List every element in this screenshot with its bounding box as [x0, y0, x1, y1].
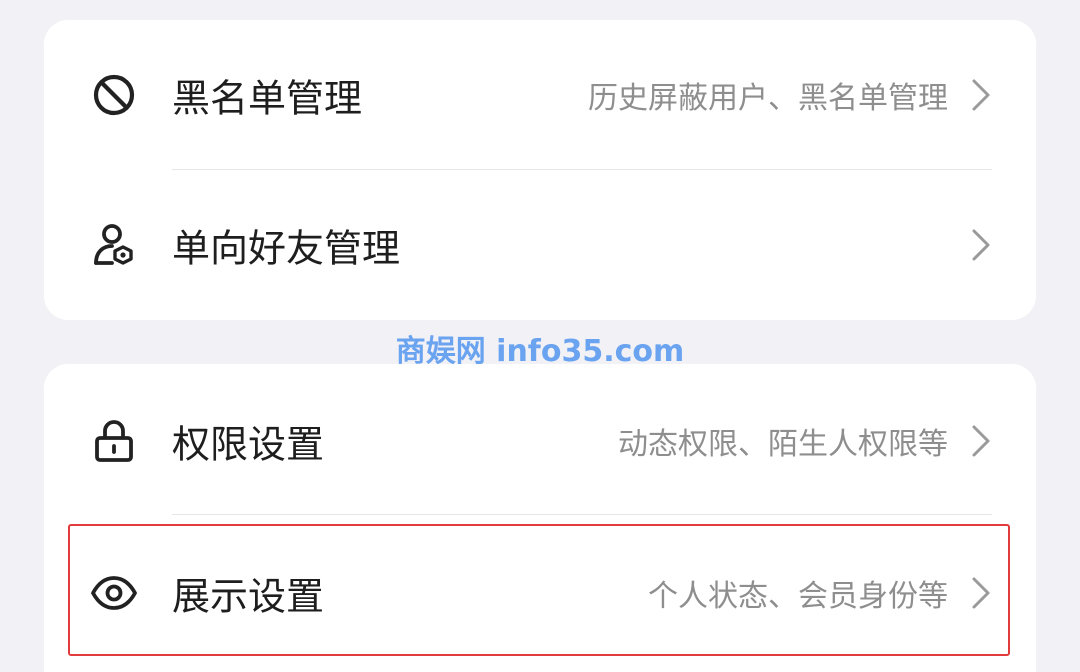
- settings-page: 黑名单管理 历史屏蔽用户、黑名单管理 单向好友管理 商娱网 info35.com…: [0, 0, 1080, 672]
- lock-icon: [90, 417, 138, 465]
- permission-settings-row[interactable]: 权限设置 动态权限、陌生人权限等: [44, 366, 1036, 516]
- row-subtitle: 历史屏蔽用户、黑名单管理: [588, 81, 948, 116]
- chevron-right-icon: [970, 77, 992, 113]
- chevron-right-icon: [970, 423, 992, 459]
- eye-icon: [90, 569, 138, 617]
- row-title: 黑名单管理: [172, 76, 363, 121]
- settings-card-privacy: 权限设置 动态权限、陌生人权限等 展示设置 个人状态、会员身份等: [44, 364, 1036, 672]
- settings-card-blocklist: 黑名单管理 历史屏蔽用户、黑名单管理 单向好友管理: [44, 20, 1036, 320]
- display-settings-row[interactable]: 展示设置 个人状态、会员身份等: [44, 518, 1036, 668]
- row-subtitle: 动态权限、陌生人权限等: [618, 427, 948, 462]
- row-title: 展示设置: [172, 574, 325, 619]
- divider: [172, 514, 992, 515]
- user-shield-icon: [90, 221, 138, 269]
- blacklist-management-row[interactable]: 黑名单管理 历史屏蔽用户、黑名单管理: [44, 20, 1036, 170]
- chevron-right-icon: [970, 227, 992, 263]
- row-subtitle: 个人状态、会员身份等: [648, 579, 948, 614]
- block-icon: [90, 71, 138, 119]
- one-way-friend-management-row[interactable]: 单向好友管理: [44, 170, 1036, 320]
- row-title: 单向好友管理: [172, 226, 401, 271]
- row-title: 权限设置: [172, 422, 325, 467]
- chevron-right-icon: [970, 575, 992, 611]
